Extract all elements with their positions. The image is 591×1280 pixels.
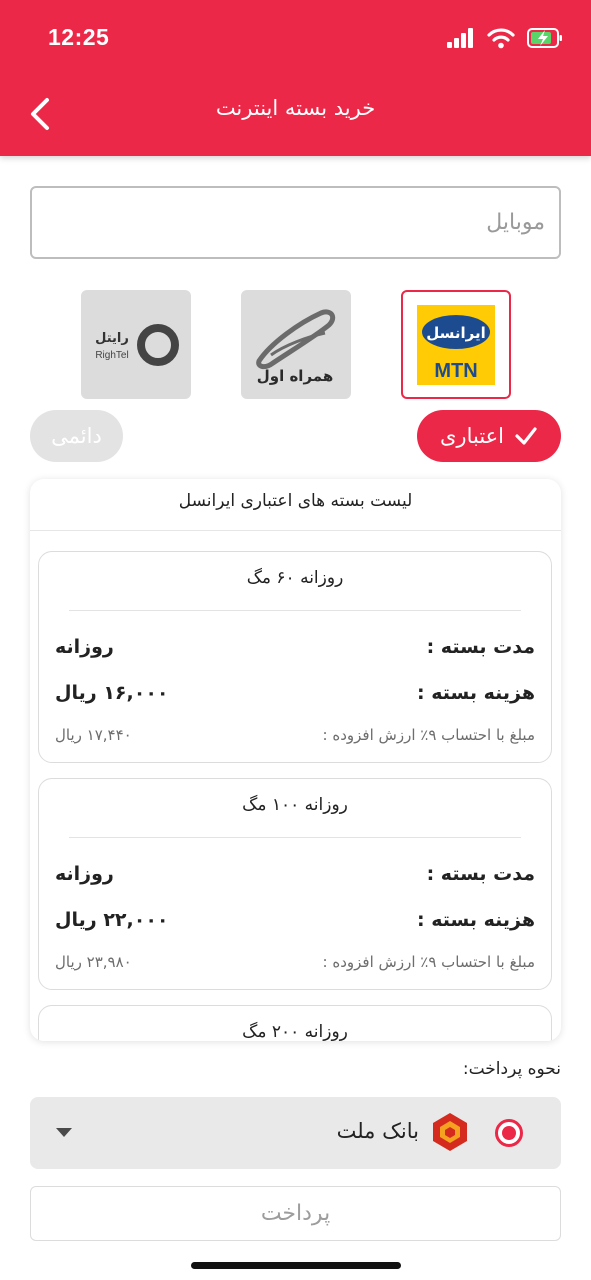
hamrah-aval-logo: همراه اول	[256, 309, 336, 385]
package-title: روزانه ۶۰ مگ	[246, 568, 344, 588]
pay-button[interactable]: پرداخت	[30, 1186, 561, 1241]
duration-label: مدت بسته :	[426, 863, 535, 885]
status-icons	[447, 26, 563, 50]
package-cost-row: هزینه بسته : ۲۲,۰۰۰ ریال	[55, 909, 535, 931]
page-title: خرید بسته اینترنت	[215, 96, 376, 120]
package-cost-row: هزینه بسته : ۱۶,۰۰۰ ریال	[55, 682, 535, 704]
checkmark-icon	[515, 427, 537, 445]
duration-value: روزانه	[55, 863, 114, 885]
home-indicator	[191, 1262, 401, 1269]
dropdown-caret-icon	[56, 1128, 72, 1137]
bank-name: بانک ملت	[336, 1119, 419, 1143]
sim-type-permanent-button[interactable]: دائمی	[30, 410, 123, 462]
cost-label: هزینه بسته :	[417, 682, 535, 704]
svg-text:ایرانسل: ایرانسل	[426, 324, 486, 342]
sim-type-permanent-label: دائمی	[51, 424, 102, 448]
cost-value: ۲۲,۰۰۰ ریال	[55, 909, 169, 931]
sim-type-credit-button[interactable]: اعتباری	[417, 410, 561, 462]
wifi-icon	[487, 27, 515, 48]
package-title: روزانه ۲۰۰ مگ	[242, 1022, 348, 1041]
duration-value: روزانه	[55, 636, 114, 658]
package-card[interactable]: روزانه ۱۰۰ مگ مدت بسته : روزانه هزینه بس…	[38, 778, 552, 990]
rightel-logo: رایتل RighTel	[95, 323, 179, 366]
package-vat-row: مبلغ با احتساب ۹٪ ارزش افزوده : ۲۳,۹۸۰ ر…	[55, 953, 535, 971]
irancell-logo: ایرانسل MTN	[417, 304, 495, 385]
divider	[69, 610, 521, 611]
svg-text:MTN: MTN	[434, 360, 477, 382]
package-duration-row: مدت بسته : روزانه	[55, 636, 535, 658]
vat-value: ۱۷,۴۴۰ ریال	[55, 726, 132, 744]
bank-select-dropdown[interactable]: بانک ملت	[30, 1097, 561, 1169]
svg-text:رایتل: رایتل	[95, 331, 129, 346]
package-list-title: لیست بسته های اعتباری ایرانسل	[30, 479, 561, 531]
duration-label: مدت بسته :	[426, 636, 535, 658]
package-vat-row: مبلغ با احتساب ۹٪ ارزش افزوده : ۱۷,۴۴۰ ر…	[55, 726, 535, 744]
vat-label: مبلغ با احتساب ۹٪ ارزش افزوده :	[322, 726, 535, 744]
divider	[69, 837, 521, 838]
package-card[interactable]: روزانه ۶۰ مگ مدت بسته : روزانه هزینه بست…	[38, 551, 552, 763]
package-duration-row: مدت بسته : روزانه	[55, 863, 535, 885]
vat-value: ۲۳,۹۸۰ ریال	[55, 953, 132, 971]
svg-text:همراه اول: همراه اول	[257, 367, 334, 385]
operator-rightel[interactable]: رایتل RighTel	[81, 290, 191, 399]
operator-irancell[interactable]: ایرانسل MTN	[401, 290, 511, 399]
package-title: روزانه ۱۰۰ مگ	[242, 795, 348, 815]
bank-mellat-logo	[433, 1113, 467, 1151]
mobile-number-input[interactable]	[30, 186, 561, 259]
status-time: 12:25	[48, 24, 110, 50]
battery-charging-icon	[527, 28, 562, 48]
vat-label: مبلغ با احتساب ۹٪ ارزش افزوده :	[322, 953, 535, 971]
operator-hamrah-aval[interactable]: همراه اول	[241, 290, 351, 399]
package-card[interactable]: روزانه ۲۰۰ مگ	[38, 1005, 552, 1041]
signal-icon	[447, 28, 473, 48]
app-header: 12:25 خرید بسته اینترنت	[0, 0, 591, 156]
bank-radio[interactable]	[495, 1119, 523, 1147]
payment-method-label: نحوه پرداخت:	[462, 1059, 561, 1079]
sim-type-credit-label: اعتباری	[440, 424, 505, 448]
cost-label: هزینه بسته :	[417, 909, 535, 931]
cost-value: ۱۶,۰۰۰ ریال	[55, 682, 169, 704]
package-list[interactable]: لیست بسته های اعتباری ایرانسل روزانه ۶۰ …	[30, 479, 561, 1041]
svg-text:RighTel: RighTel	[95, 350, 128, 361]
